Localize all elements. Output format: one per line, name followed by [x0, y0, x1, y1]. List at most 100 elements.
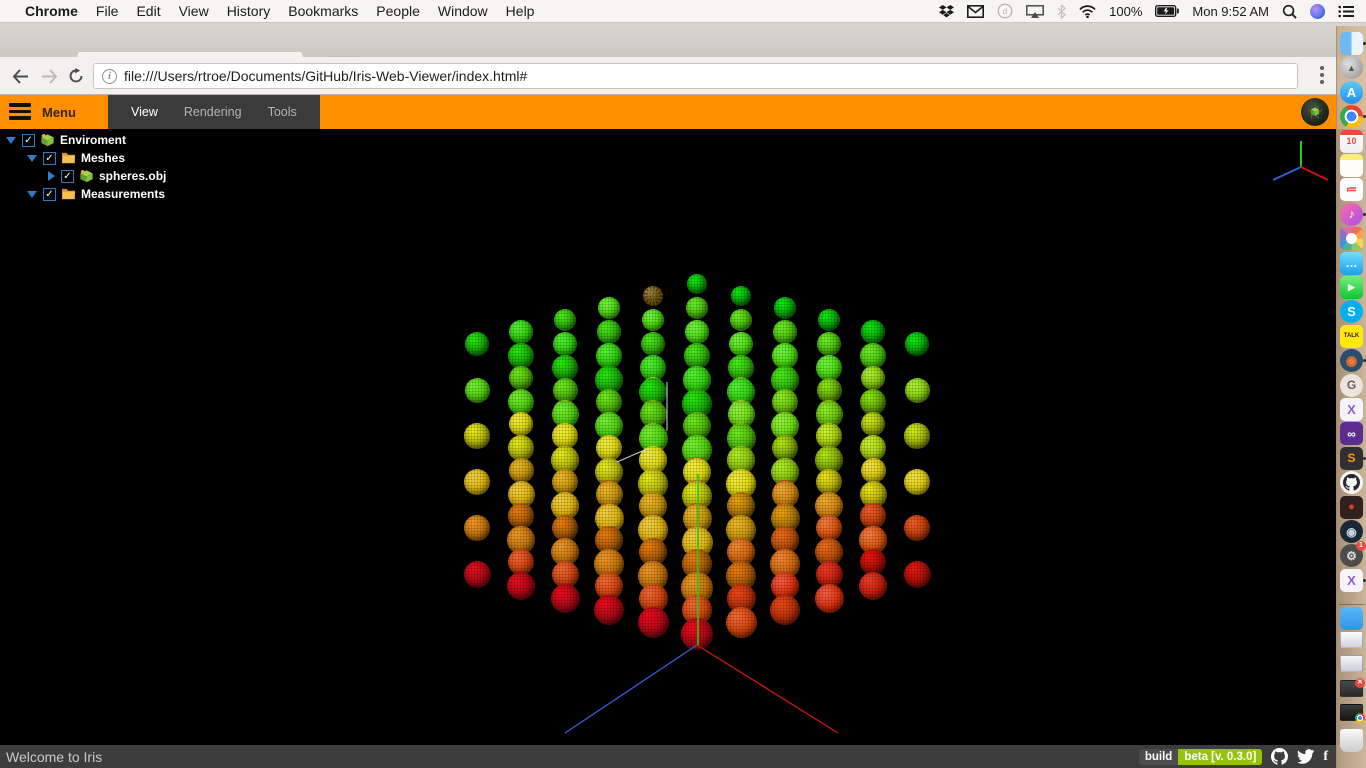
chrome-menu-button[interactable]	[1320, 66, 1324, 84]
facetime-icon[interactable]: ▶	[1340, 276, 1363, 299]
back-button[interactable]	[8, 64, 32, 88]
menubar-clock[interactable]: Mon 9:52 AM	[1192, 4, 1269, 19]
wifi-icon[interactable]	[1079, 5, 1096, 18]
tree-row-meshes[interactable]: ✓ Meshes	[0, 149, 166, 167]
d-circle-icon[interactable]: d	[997, 3, 1013, 19]
mesh-sphere	[860, 343, 886, 369]
minimized-window-icon-2[interactable]	[1340, 655, 1363, 672]
menubar-item-history[interactable]: History	[227, 3, 271, 19]
app-store-icon[interactable]: A	[1340, 81, 1363, 104]
menubar-item-edit[interactable]: Edit	[136, 3, 160, 19]
github-icon[interactable]	[1271, 748, 1288, 765]
mesh-sphere	[861, 412, 886, 437]
tree-item-label[interactable]: Measurements	[81, 187, 165, 201]
mail-icon[interactable]	[967, 5, 984, 18]
steam-icon[interactable]: ◉	[1340, 520, 1363, 543]
menubar-item-bookmarks[interactable]: Bookmarks	[288, 3, 358, 19]
tree-item-label[interactable]: spheres.obj	[99, 169, 166, 183]
trash-icon[interactable]	[1340, 729, 1363, 752]
svg-text:d: d	[1003, 7, 1007, 16]
blender-icon[interactable]: ◉	[1340, 349, 1363, 372]
minimized-window-icon-4[interactable]	[1340, 704, 1363, 721]
dock-badge: 1	[1356, 541, 1366, 551]
collapse-arrow-icon[interactable]	[6, 137, 16, 144]
siri-icon[interactable]	[1310, 4, 1325, 19]
forward-button[interactable]	[37, 64, 61, 88]
menubar-item-view[interactable]: View	[179, 3, 209, 19]
gimp-icon[interactable]: G	[1340, 374, 1363, 397]
notes-icon[interactable]	[1340, 154, 1363, 177]
kakaotalk-icon[interactable]: TALK	[1340, 325, 1363, 348]
visual-studio-icon[interactable]: ∞	[1340, 422, 1363, 445]
tree-row-measurements[interactable]: ✓ Measurements	[0, 185, 166, 203]
skype-icon[interactable]: S	[1340, 300, 1363, 323]
mesh-sphere	[860, 503, 886, 529]
mesh-cube-icon	[40, 133, 55, 147]
itunes-icon[interactable]: ♪	[1340, 203, 1363, 226]
bluetooth-icon[interactable]	[1057, 4, 1066, 19]
messages-icon[interactable]: …	[1340, 252, 1363, 275]
menubar-item-chrome[interactable]: Chrome	[25, 3, 78, 19]
mesh-sphere	[465, 378, 490, 403]
menubar-item-window[interactable]: Window	[438, 3, 488, 19]
photos-icon[interactable]	[1340, 227, 1363, 250]
menubar-item-people[interactable]: People	[376, 3, 420, 19]
folder-icon	[61, 151, 76, 165]
reload-button[interactable]	[64, 64, 88, 88]
browser-navbar: i file:///Users/rtroe/Documents/GitHub/I…	[0, 57, 1366, 95]
url-text[interactable]: file:///Users/rtroe/Documents/GitHub/Iri…	[124, 68, 527, 84]
mesh-sphere	[772, 343, 798, 369]
sublime-text-icon[interactable]: S	[1340, 447, 1363, 470]
collapse-arrow-icon[interactable]	[27, 155, 37, 162]
mesh-sphere	[861, 458, 886, 483]
notification-center-icon[interactable]	[1338, 5, 1354, 18]
menu-label[interactable]: Menu	[42, 105, 76, 120]
facebook-icon[interactable]: f	[1323, 749, 1328, 765]
xamarin-icon[interactable]: X	[1340, 398, 1363, 421]
mesh-sphere	[730, 309, 753, 332]
github-desktop-icon[interactable]	[1340, 471, 1363, 494]
page-info-icon[interactable]: i	[102, 69, 117, 84]
mesh-sphere	[553, 332, 578, 357]
minimized-window-icon-3[interactable]: ✕	[1340, 680, 1363, 697]
toolbar-tab-tools[interactable]: Tools	[255, 105, 310, 119]
hamburger-menu-icon[interactable]	[9, 103, 31, 123]
openemu-icon[interactable]: ●	[1340, 496, 1363, 519]
tree-row-spheres-obj[interactable]: ✓ spheres.obj	[0, 167, 166, 185]
minimized-window-icon-1[interactable]	[1340, 631, 1363, 648]
mesh-sphere	[905, 332, 930, 357]
launchpad-icon[interactable]: ▲	[1340, 56, 1363, 79]
address-bar[interactable]: i file:///Users/rtroe/Documents/GitHub/I…	[93, 63, 1298, 89]
visibility-checkbox[interactable]: ✓	[61, 170, 74, 183]
menubar-item-help[interactable]: Help	[506, 3, 535, 19]
twitter-icon[interactable]	[1297, 749, 1314, 764]
mesh-sphere	[638, 607, 669, 638]
xamarin-studio-icon[interactable]: X	[1340, 569, 1363, 592]
menubar-item-file[interactable]: File	[96, 3, 119, 19]
tree-item-label[interactable]: Enviroment	[60, 133, 126, 147]
mesh-sphere	[816, 423, 842, 449]
toolbar-tab-rendering[interactable]: Rendering	[171, 105, 255, 119]
dropbox-icon[interactable]	[939, 4, 954, 19]
finder-icon[interactable]	[1340, 32, 1363, 55]
expand-arrow-icon[interactable]	[48, 171, 55, 181]
viewport-3d[interactable]: ✓ Enviroment ✓ Meshes ✓ spheres.obj ✓ Measureme…	[0, 129, 1366, 745]
collapse-arrow-icon[interactable]	[27, 191, 37, 198]
system-preferences-icon[interactable]: ⚙1	[1340, 544, 1363, 567]
tree-item-label[interactable]: Meshes	[81, 151, 125, 165]
visibility-checkbox[interactable]: ✓	[22, 134, 35, 147]
mesh-sphere	[904, 469, 930, 495]
spotlight-icon[interactable]	[1282, 4, 1297, 19]
calendar-icon[interactable]: 10	[1340, 130, 1363, 153]
mesh-sphere	[904, 561, 931, 588]
tree-row-enviroment[interactable]: ✓ Enviroment	[0, 131, 166, 149]
toolbar-tab-view[interactable]: View	[118, 105, 171, 119]
airplay-icon[interactable]	[1026, 5, 1044, 18]
reminders-icon[interactable]: ≔	[1340, 178, 1363, 201]
downloads-folder-icon[interactable]	[1340, 607, 1363, 630]
build-badge-value: beta [v. 0.3.0]	[1178, 749, 1262, 765]
visibility-checkbox[interactable]: ✓	[43, 188, 56, 201]
visibility-checkbox[interactable]: ✓	[43, 152, 56, 165]
chrome-icon[interactable]	[1340, 105, 1363, 128]
mesh-sphere	[684, 343, 710, 369]
